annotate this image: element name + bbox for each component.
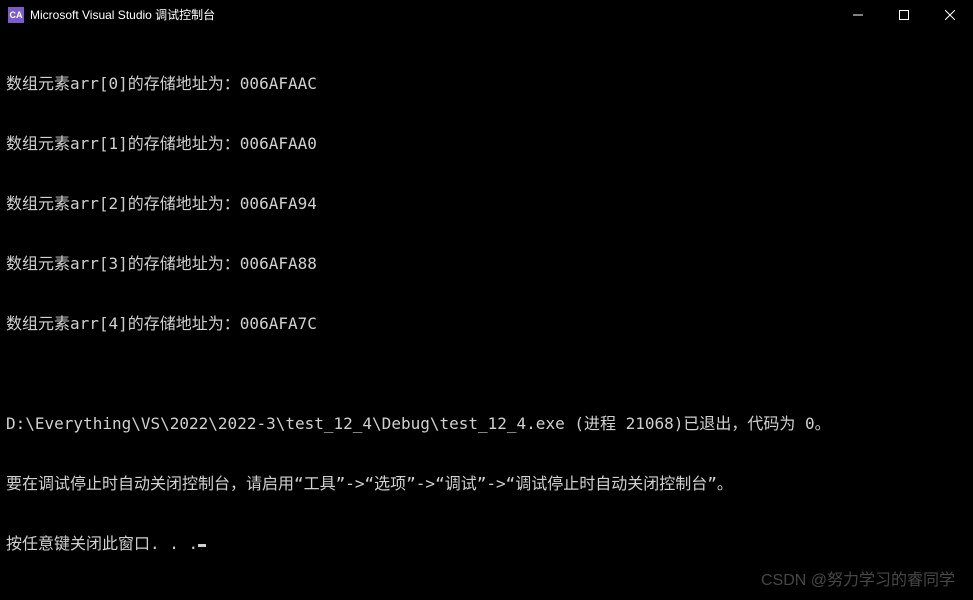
console-text: 按任意键关闭此窗口. . . [6, 534, 198, 553]
console-line: 数组元素arr[2]的存储地址为：006AFA94 [6, 194, 967, 214]
console-output[interactable]: 数组元素arr[0]的存储地址为：006AFAAC 数组元素arr[1]的存储地… [0, 30, 973, 578]
minimize-icon [853, 10, 863, 20]
console-line: 数组元素arr[3]的存储地址为：006AFA88 [6, 254, 967, 274]
maximize-button[interactable] [881, 0, 927, 29]
console-line: 按任意键关闭此窗口. . . [6, 534, 967, 554]
console-line: 数组元素arr[0]的存储地址为：006AFAAC [6, 74, 967, 94]
cursor [198, 544, 206, 547]
close-button[interactable] [927, 0, 973, 29]
close-icon [945, 10, 955, 20]
console-line: D:\Everything\VS\2022\2022-3\test_12_4\D… [6, 414, 967, 434]
console-line: 要在调试停止时自动关闭控制台，请启用“工具”->“选项”->“调试”->“调试停… [6, 474, 967, 494]
window-titlebar: CA Microsoft Visual Studio 调试控制台 [0, 0, 973, 30]
console-line: 数组元素arr[4]的存储地址为：006AFA7C [6, 314, 967, 334]
maximize-icon [899, 10, 909, 20]
minimize-button[interactable] [835, 0, 881, 29]
window-title: Microsoft Visual Studio 调试控制台 [30, 6, 215, 23]
console-line: 数组元素arr[1]的存储地址为：006AFAA0 [6, 134, 967, 154]
app-icon: CA [8, 7, 24, 23]
window-controls [835, 0, 973, 29]
